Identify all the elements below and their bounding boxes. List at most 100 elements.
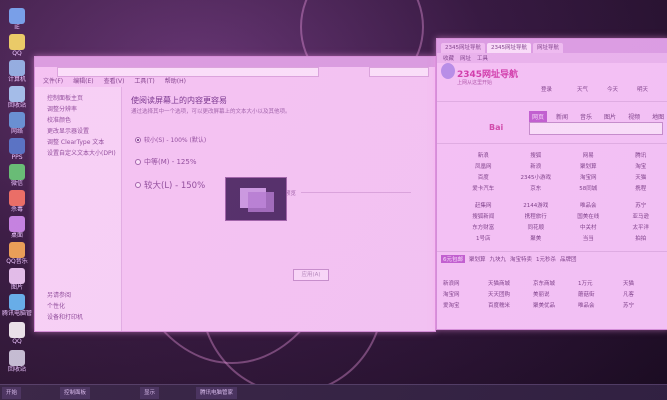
site-link[interactable]: 苏宁: [615, 201, 667, 209]
taskbar-item[interactable]: 显示: [140, 387, 160, 399]
site-link[interactable]: 京东商城: [531, 279, 576, 287]
browser-tab-active[interactable]: 2345网址导航: [487, 43, 531, 53]
taskbar-item[interactable]: 控制面板: [60, 387, 91, 399]
search-tab-news[interactable]: 新闻: [553, 111, 571, 122]
site-link[interactable]: 国美在线: [562, 212, 615, 220]
shopping-tab[interactable]: 1元秒杀: [536, 255, 556, 263]
menu-file[interactable]: 文件(F): [43, 77, 63, 87]
site-link[interactable]: 美丽说: [531, 290, 576, 298]
site-link[interactable]: 聚美: [510, 234, 563, 242]
desktop-icon[interactable]: QQ音乐: [2, 242, 32, 265]
desktop-icon[interactable]: 图片: [2, 268, 32, 291]
site-link[interactable]: 天猫商城: [486, 279, 531, 287]
site-link[interactable]: 当当: [562, 234, 615, 242]
desktop-icon[interactable]: IE: [2, 8, 32, 31]
apply-button[interactable]: 应用(A): [293, 269, 329, 281]
browser-tab[interactable]: 2345网址导航: [441, 43, 485, 53]
radio-button[interactable]: [135, 182, 141, 188]
search-tab-video[interactable]: 视频: [625, 111, 643, 122]
site-link[interactable]: 唯品会: [562, 201, 615, 209]
site-link[interactable]: 2345小游戏: [510, 173, 563, 181]
sidebar-item-home[interactable]: 控制面板主页: [35, 93, 121, 104]
site-link[interactable]: 新浪网: [441, 279, 486, 287]
site-link[interactable]: 聚划算: [562, 162, 615, 170]
menu-help[interactable]: 帮助(H): [165, 77, 186, 87]
start-button[interactable]: 开始: [2, 387, 22, 399]
site-link[interactable]: 爱卡汽车: [457, 184, 510, 192]
desktop-icon[interactable]: 微信: [2, 164, 32, 187]
search-tab-web[interactable]: 网页: [529, 111, 548, 122]
shopping-tab[interactable]: 聚划算: [469, 255, 486, 263]
desktop-icon[interactable]: 回收站: [2, 86, 32, 109]
search-input[interactable]: [369, 67, 429, 77]
radio-button[interactable]: [135, 159, 141, 165]
site-link[interactable]: 1万元: [576, 279, 621, 287]
site-link[interactable]: 1号店: [457, 234, 510, 242]
site-link[interactable]: 携程: [615, 184, 667, 192]
address-bar[interactable]: [57, 67, 319, 77]
site-link[interactable]: 赶集网: [457, 201, 510, 209]
browser-tab[interactable]: 网址导航: [533, 43, 564, 53]
desktop-icon[interactable]: 网络: [2, 112, 32, 135]
site-link[interactable]: 网易: [562, 151, 615, 159]
site-link[interactable]: 蘑菇街: [576, 290, 621, 298]
site-link[interactable]: 同花顺: [510, 223, 563, 231]
site-link[interactable]: 唯品会: [576, 301, 621, 309]
site-link[interactable]: 天猫: [621, 279, 666, 287]
radio-button[interactable]: [135, 136, 141, 143]
search-tab-music[interactable]: 音乐: [577, 111, 595, 122]
search-tab-map[interactable]: 地图: [649, 111, 667, 122]
shopping-tab[interactable]: 品牌团: [560, 255, 577, 263]
taskbar-item[interactable]: 腾讯电脑管家: [196, 387, 238, 399]
site-link[interactable]: 凡客: [621, 290, 666, 298]
menu-view[interactable]: 查看(V): [104, 77, 125, 87]
desktop-icon[interactable]: PPS: [2, 138, 32, 161]
site-link[interactable]: 腾讯: [615, 151, 667, 159]
toolbar-sites[interactable]: 网址: [460, 54, 471, 62]
site-link[interactable]: 2144游戏: [510, 201, 563, 209]
desktop-icon[interactable]: 计算机: [2, 60, 32, 83]
site-link[interactable]: 淘宝网: [562, 173, 615, 181]
sidebar-item-display-settings[interactable]: 更改显示器设置: [35, 126, 121, 137]
site-link[interactable]: 天天团购: [486, 290, 531, 298]
site-link[interactable]: 新浪: [510, 162, 563, 170]
sidebar-item-resolution[interactable]: 调整分辨率: [35, 104, 121, 115]
site-link[interactable]: 搜狐: [510, 151, 563, 159]
login-link[interactable]: 登录: [541, 85, 552, 93]
option-medium[interactable]: 中等(M) - 125%: [135, 157, 197, 167]
site-link[interactable]: 百度糯米: [486, 301, 531, 309]
sidebar-item-calibrate[interactable]: 校准颜色: [35, 115, 121, 126]
desktop-icon[interactable]: 回收站: [2, 350, 32, 373]
window-titlebar[interactable]: [35, 57, 435, 67]
option-large[interactable]: 较大(L) - 150%: [135, 179, 205, 191]
site-link[interactable]: 淘宝网: [441, 290, 486, 298]
toolbar-favorites[interactable]: 收藏: [443, 54, 454, 62]
site-link[interactable]: 搜狐新闻: [457, 212, 510, 220]
desktop-icon[interactable]: QQ: [2, 34, 32, 57]
toolbar-tools[interactable]: 工具: [477, 54, 488, 62]
site-link[interactable]: 爱淘宝: [441, 301, 486, 309]
site-link[interactable]: 天猫: [615, 173, 667, 181]
sidebar-item-cleartype[interactable]: 调整 ClearType 文本: [35, 137, 121, 148]
shopping-tab[interactable]: 淘宝特卖: [510, 255, 532, 263]
sidebar-item-devices[interactable]: 设备和打印机: [35, 312, 121, 323]
site-link[interactable]: 百度: [457, 173, 510, 181]
site-link[interactable]: 苏宁: [621, 301, 666, 309]
menu-tools[interactable]: 工具(T): [134, 77, 154, 87]
site-link[interactable]: 淘宝: [615, 162, 667, 170]
site-link[interactable]: 亚马逊: [615, 212, 667, 220]
shopping-tab[interactable]: 6元包邮: [441, 255, 465, 263]
search-tab-images[interactable]: 图片: [601, 111, 619, 122]
desktop-icon[interactable]: 杀毒: [2, 190, 32, 213]
site-link[interactable]: 京东: [510, 184, 563, 192]
site-link[interactable]: 携程旅行: [510, 212, 563, 220]
site-link[interactable]: 聚美优品: [531, 301, 576, 309]
search-input[interactable]: [529, 122, 663, 135]
sidebar-item-dpi[interactable]: 设置自定义文本大小(DPI): [35, 148, 121, 159]
option-small[interactable]: 较小(S) - 100% (默认): [135, 135, 206, 144]
site-link[interactable]: 东方财富: [457, 223, 510, 231]
site-link[interactable]: 新浪: [457, 151, 510, 159]
desktop-icon[interactable]: 腾讯电脑管家: [2, 294, 32, 317]
shopping-tab[interactable]: 九块九: [490, 255, 507, 263]
site-link[interactable]: 58同城: [562, 184, 615, 192]
